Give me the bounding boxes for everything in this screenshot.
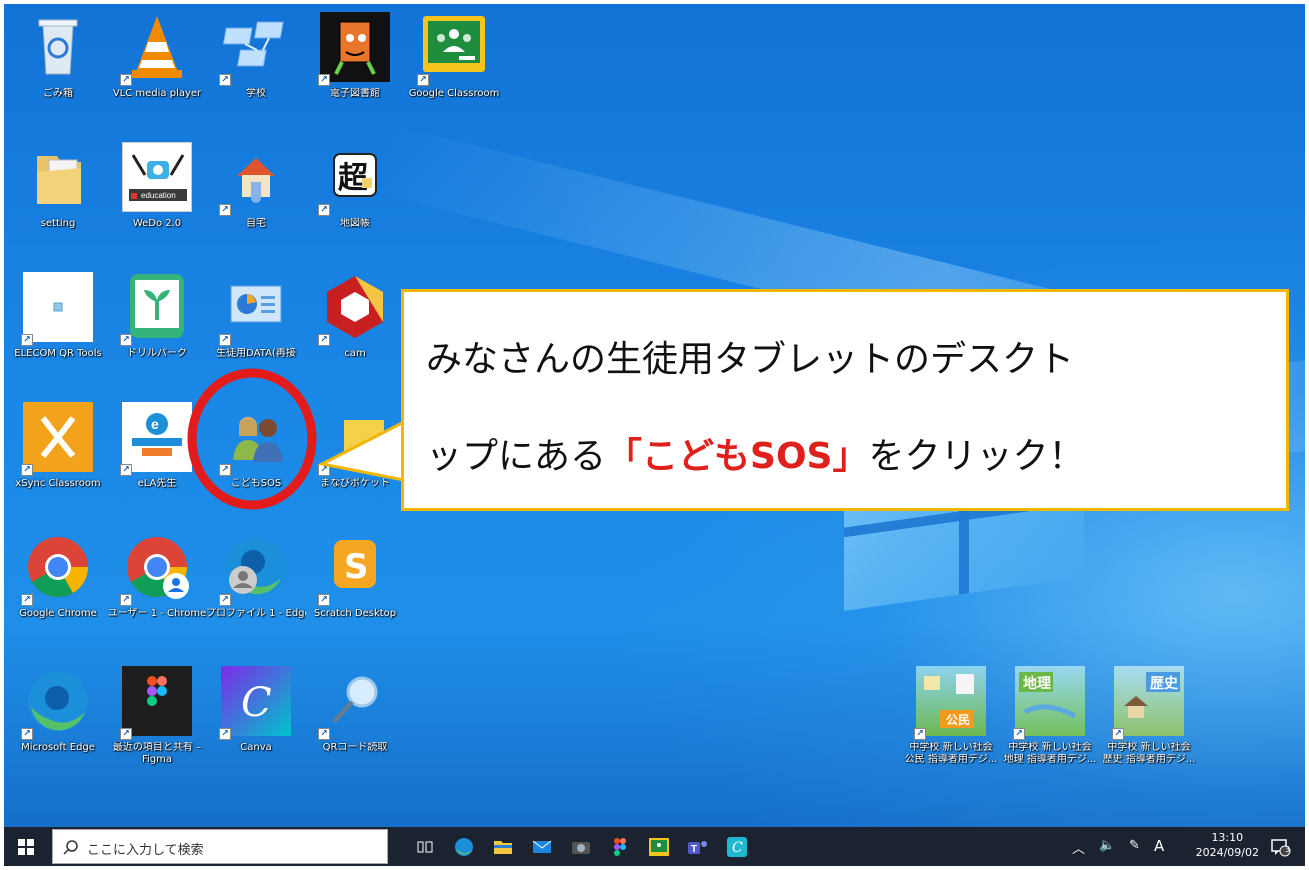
svg-text:地理: 地理 [1023,675,1051,692]
cam-icon: ↗ [318,272,390,346]
svg-text:C: C [732,840,743,856]
callout-line1: みなさんの生徒用タブレットのデスクト [426,339,1075,380]
figma-icon: ↗ [120,666,192,740]
desktop-icon-microsoft-edge[interactable]: ↗ Microsoft Edge [8,666,108,754]
desktop-icon-geography-textbook[interactable]: 地理 ↗ 中学校 新しい社会 地理 指導者用デジ... [1000,666,1100,766]
desktop-icon-scratch[interactable]: S ↗ Scratch Desktop [305,532,405,620]
desktop-icon-history-textbook[interactable]: 歴史 ↗ 中学校 新しい社会 歴史 指導者用デジ... [1099,666,1199,766]
network-icon: ↗ [219,12,291,86]
instruction-callout: みなさんの生徒用タブレットのデスクト ップにある「こどもSOS」をクリック！ [401,289,1289,511]
canva-icon: C ↗ [219,666,291,740]
book-character-icon: ↗ [318,12,390,86]
map-book-icon: 超 ↗ [318,142,390,216]
taskbar-edge[interactable] [446,827,482,866]
edge-icon [455,837,473,856]
desktop-icon-canva[interactable]: C ↗ Canva [206,666,306,754]
chrome-icon: ↗ [21,532,93,606]
desktop-icon-elecom-qr[interactable]: ↗ ELECOM QR Tools [8,272,108,360]
civics-book-icon: 公民 ↗ [914,666,986,740]
chevron-up-icon[interactable]: ︿ [1072,838,1085,857]
scratch-icon: S ↗ [318,532,390,606]
taskbar-figma[interactable] [602,827,638,866]
taskbar-classroom[interactable] [641,827,677,866]
desktop-icon-civics-textbook[interactable]: 公民 ↗ 中学校 新しい社会 公民 指導者用デジ... [901,666,1001,766]
desktop-icon-drill-park[interactable]: ↗ ドリルパーク [107,272,207,360]
folder-icon [494,840,512,854]
taskbar-search-input[interactable]: ここに入力して検索 [52,829,388,864]
qr-tools-icon: ↗ [21,272,93,346]
desktop-icon-chrome-user[interactable]: ↗ ユーザー 1 - Chrome [107,532,207,620]
desktop-icon-edge-profile[interactable]: ↗ プロファイル 1 - Edge [206,532,306,620]
desktop-icon-home[interactable]: ↗ 自宅 [206,142,306,230]
task-view-button[interactable] [407,827,443,866]
taskbar-clock[interactable]: 13:10 2024/09/02 [1196,830,1259,860]
svg-text:T: T [691,844,697,855]
taskbar: ここに入力して検索 T C ︿ 🔈 ✎ A 13:10 2024/09/02 3 [4,827,1305,866]
vlc-icon: ↗ [120,12,192,86]
xsync-icon: ↗ [21,402,93,476]
volume-icon[interactable]: 🔈 [1099,838,1115,853]
taskbar-camera[interactable] [563,827,599,866]
desktop-icon-xsync[interactable]: ↗ xSync Classroom [8,402,108,490]
taskbar-canva[interactable]: C [719,827,755,866]
notification-badge: 3 [1285,845,1291,854]
svg-text:C: C [241,680,272,726]
ela-icon: e ↗ [120,402,192,476]
svg-text:e: e [151,416,159,432]
svg-text:education: education [141,191,176,200]
desktop-icon-setting[interactable]: setting [8,142,108,230]
desktop-icon-student-data[interactable]: ↗ 生徒用DATA(再接 [206,272,306,360]
notification-button[interactable]: 3 [1263,827,1299,866]
edge-icon: ↗ [21,666,93,740]
desktop-icon-atlas[interactable]: 超 ↗ 地図帳 [305,142,405,230]
taskbar-mail[interactable] [524,827,560,866]
desktop-icon-vlc[interactable]: ↗ VLC media player [107,12,207,100]
classroom-icon: ↗ [417,12,489,86]
desktop-icon-wedo[interactable]: education WeDo 2.0 [107,142,207,230]
desktop-icon-cam[interactable]: ↗ cam [305,272,405,360]
ime-indicator[interactable]: A [1154,837,1164,855]
chrome-user-icon: ↗ [120,532,192,606]
data-icon: ↗ [219,272,291,346]
start-button[interactable] [8,827,44,866]
camera-icon [572,841,590,854]
callout-line2: ップにある「こどもSOS」をクリック！ [426,436,1085,477]
edge-profile-icon: ↗ [219,532,291,606]
desktop: ごみ箱 ↗ VLC media player ↗ 学校 ↗ 電子図書館 ↗ Go… [4,4,1305,827]
highlight-circle [187,368,317,510]
highlight-text: 「こどもSOS」 [606,436,869,477]
teams-icon: T [688,840,707,855]
search-icon [63,840,78,855]
recycle-bin-icon [23,12,93,82]
figma-icon [614,837,626,856]
desktop-icon-figma[interactable]: ↗ 最近の項目と共有 – Figma [107,666,207,766]
svg-text:歴史: 歴史 [1150,676,1179,692]
drill-park-icon: ↗ [120,272,192,346]
svg-text:公民: 公民 [946,713,970,727]
taskbar-teams[interactable]: T [680,827,716,866]
magnifier-icon: ↗ [318,666,390,740]
canva-icon: C [727,836,747,857]
desktop-icon-google-classroom[interactable]: ↗ Google Classroom [404,12,504,100]
windows-icon [18,838,34,855]
taskbar-file-explorer[interactable] [485,827,521,866]
history-book-icon: 歴史 ↗ [1112,666,1184,740]
task-view-icon [417,841,433,852]
desktop-icon-recycle-bin[interactable]: ごみ箱 [8,12,108,100]
svg-text:S: S [344,547,369,587]
desktop-icon-qr-reader[interactable]: ↗ QRコード読取 [305,666,405,754]
wedo-icon: education [122,142,192,212]
manabi-pocket-icon: ↗ [318,402,390,476]
mail-icon [532,840,552,853]
geography-book-icon: 地理 ↗ [1013,666,1085,740]
folder-icon [23,142,93,212]
desktop-icon-google-chrome[interactable]: ↗ Google Chrome [8,532,108,620]
home-icon: ↗ [219,142,291,216]
desktop-icon-digital-library[interactable]: ↗ 電子図書館 [305,12,405,100]
desktop-icon-school[interactable]: ↗ 学校 [206,12,306,100]
pen-icon[interactable]: ✎ [1129,838,1140,853]
classroom-icon [649,837,669,856]
